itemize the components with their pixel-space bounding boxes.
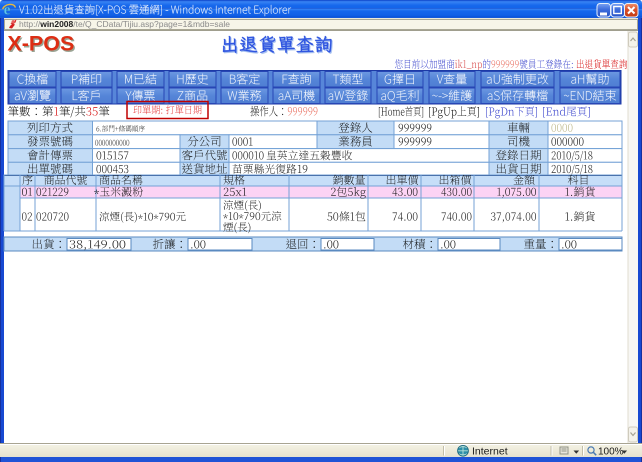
svg-text:Internet: Internet xyxy=(472,446,508,458)
svg-text:X-POS: X-POS xyxy=(7,31,74,55)
svg-text:http://win2008/te/Q_CData/Tiji: http://win2008/te/Q_CData/Tijiu.asp?page… xyxy=(19,19,230,29)
svg-text:100%: 100% xyxy=(598,447,624,458)
